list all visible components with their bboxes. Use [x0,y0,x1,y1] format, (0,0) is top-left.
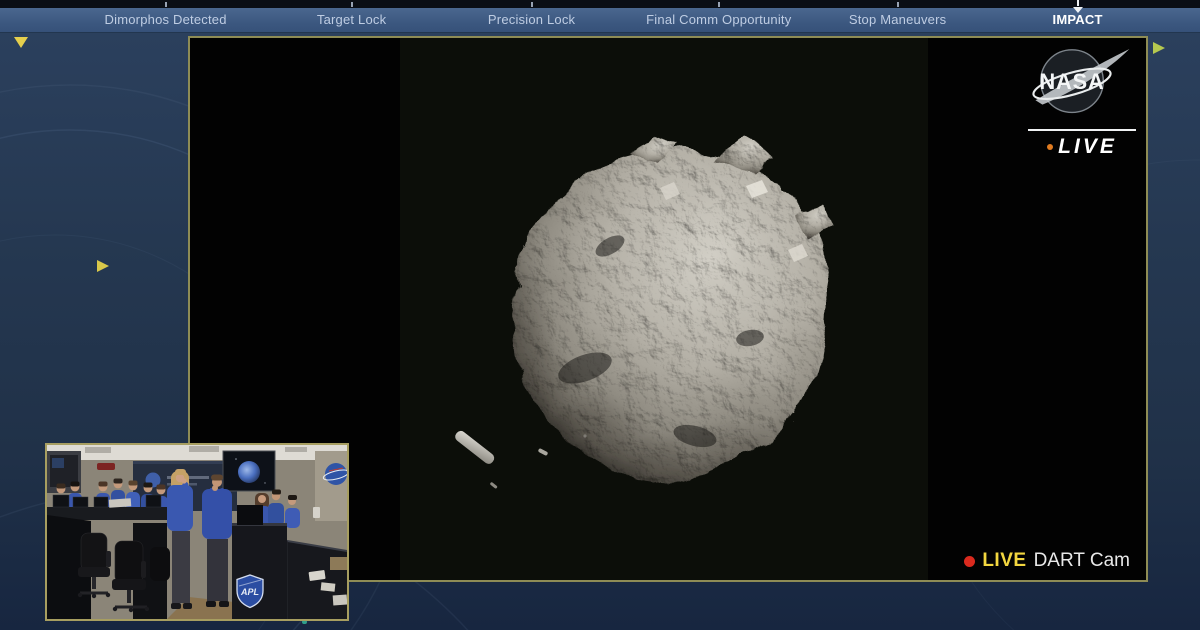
milestone-final-comm: Final Comm Opportunity [646,12,792,27]
live-dot-icon [1047,144,1054,150]
record-dot-icon [964,555,976,567]
mission-control-pip: APL [45,443,349,621]
light-switch [313,507,320,518]
feed-status-badge: LIVE DART Cam [964,550,1130,572]
timeline-tick [350,2,353,7]
marker-stem [1076,0,1079,6]
wall-screen [222,450,276,492]
milestone-bar: Dimorphos Detected Target Lock Precision… [0,8,1200,33]
timeline-tick [896,2,899,7]
timeline-tick [164,2,167,7]
apl-shield-text: APL [240,587,259,597]
milestone-stop-maneuvers: Stop Maneuvers [848,12,947,27]
live-bug-divider [1028,129,1136,131]
timeline-track [0,0,1200,13]
milestone-target-lock: Target Lock [316,12,387,27]
apl-red-wall-logo [97,463,115,470]
timeline-tick [530,2,533,7]
feed-live-label: LIVE [982,550,1027,571]
milestone-precision-lock: Precision Lock [487,12,576,27]
timeline-position-marker [1072,0,1083,13]
mission-control-room-illustration: APL [47,445,347,619]
milestone-dimorphos-detected: Dimorphos Detected [104,12,227,27]
nasa-meatball-logo: NASA [1032,48,1130,114]
yellow-down-triangle-icon [14,37,28,48]
broadcast-frame: Dimorphos Detected Target Lock Precision… [0,0,1200,630]
nasa-wordmark: NASA [1039,69,1104,94]
timeline-tick [717,2,720,7]
live-label: LIVE [1058,135,1117,158]
green-right-triangle-icon [1153,42,1165,54]
asteroid-body [506,132,824,476]
marker-caret-icon [1072,7,1083,13]
feed-camera-name: DART Cam [1033,550,1130,571]
yellow-right-triangle-icon [97,260,109,272]
nasa-live-bug: NASA LIVE [1026,44,1138,159]
